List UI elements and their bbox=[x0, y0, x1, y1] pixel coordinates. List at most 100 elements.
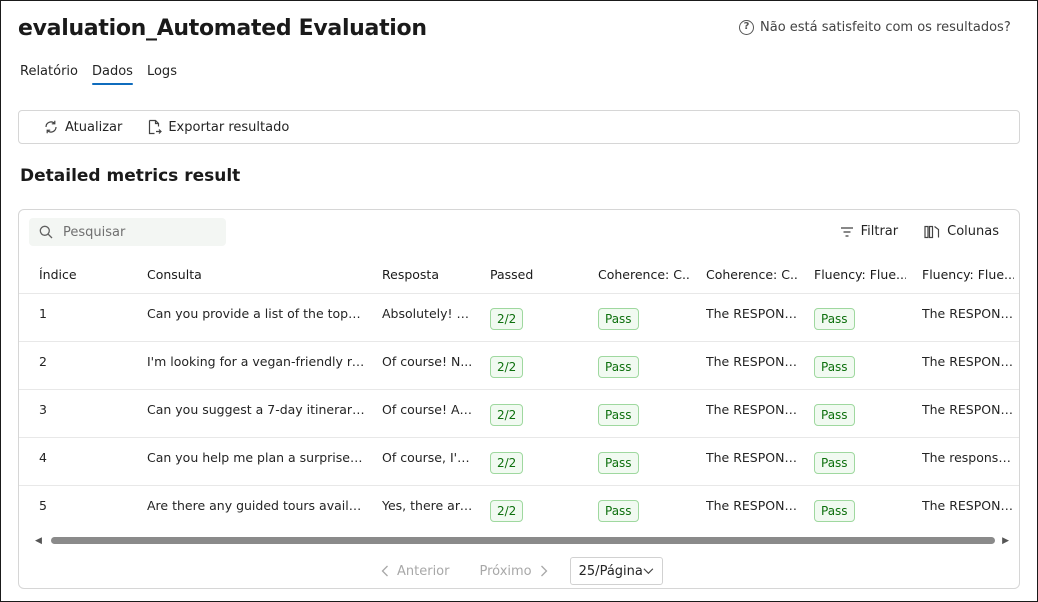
scrollbar-thumb[interactable] bbox=[51, 537, 995, 544]
filter-label: Filtrar bbox=[860, 224, 899, 239]
fluency-result-cell: Pass bbox=[814, 342, 906, 389]
column-header[interactable]: Fluency: Flue... bbox=[922, 256, 1014, 293]
response-cell: Yes, there are... bbox=[382, 486, 474, 534]
chevron-down-icon bbox=[643, 568, 654, 575]
scroll-left-arrow-icon[interactable]: ◀ bbox=[35, 535, 42, 546]
search-input[interactable] bbox=[63, 224, 213, 240]
pagination: Anterior Próximo 25/Página bbox=[381, 557, 663, 585]
fluency-reason-cell: The RESPONS... bbox=[922, 486, 1014, 534]
fluency-reason-cell: The RESPONS... bbox=[922, 294, 1014, 341]
passed-cell: 2/2 bbox=[490, 390, 580, 437]
fluency-reason-cell: The RESPONS... bbox=[922, 342, 1014, 389]
index-cell: 4 bbox=[39, 450, 47, 465]
feedback-link[interactable]: ? Não está satisfeito com os resultados? bbox=[739, 20, 1011, 35]
response-text: Absolutely! W... bbox=[382, 306, 474, 321]
query-cell: Can you help me plan a surprise ho... bbox=[147, 438, 365, 485]
pass-badge: Pass bbox=[598, 404, 639, 426]
fluency-reason-cell: The RESPONS... bbox=[922, 390, 1014, 437]
query-text: I'm looking for a vegan-friendly res... bbox=[147, 354, 365, 369]
passed-cell: 2/2 bbox=[490, 438, 580, 485]
table-row[interactable]: 4 Can you help me plan a surprise ho... … bbox=[19, 438, 1019, 486]
tab-logs[interactable]: Logs bbox=[147, 64, 177, 83]
column-header[interactable]: Consulta bbox=[147, 256, 365, 293]
reason-text: The RESPONS... bbox=[706, 402, 798, 417]
query-text: Are there any guided tours availabl... bbox=[147, 498, 365, 513]
fluency-result-cell: Pass bbox=[814, 438, 906, 485]
query-text: Can you help me plan a surprise ho... bbox=[147, 450, 365, 465]
response-text: Of course! A ... bbox=[382, 402, 474, 417]
passed-badge: 2/2 bbox=[490, 500, 524, 522]
tab-bar: Relatório Dados Logs bbox=[20, 64, 177, 85]
previous-page-button[interactable]: Anterior bbox=[381, 564, 449, 579]
reason-text: The RESPONS... bbox=[706, 306, 798, 321]
column-header[interactable]: Resposta bbox=[382, 256, 474, 293]
index-cell: 3 bbox=[39, 402, 47, 417]
previous-page-label: Anterior bbox=[397, 563, 450, 579]
chevron-right-icon bbox=[540, 565, 548, 577]
reason-text: The RESPONS... bbox=[706, 498, 798, 513]
column-header[interactable]: Índice bbox=[39, 256, 129, 293]
tab-data[interactable]: Dados bbox=[92, 64, 133, 85]
scroll-right-arrow-icon[interactable]: ▶ bbox=[1002, 535, 1009, 546]
search-box[interactable] bbox=[29, 218, 226, 246]
pass-badge: Pass bbox=[814, 356, 855, 378]
query-text: Can you suggest a 7-day itinerary f... bbox=[147, 402, 365, 417]
refresh-button[interactable]: Atualizar bbox=[43, 119, 122, 135]
filter-button[interactable]: Filtrar bbox=[840, 224, 899, 239]
page-title: evaluation_Automated Evaluation bbox=[18, 16, 427, 41]
columns-label: Colunas bbox=[947, 224, 999, 239]
table-row[interactable]: 1 Can you provide a list of the top-ra..… bbox=[19, 294, 1019, 342]
page-size-value: 25/Página bbox=[578, 563, 643, 579]
index-cell: 5 bbox=[39, 498, 47, 513]
table-row[interactable]: 3 Can you suggest a 7-day itinerary f...… bbox=[19, 390, 1019, 438]
fluency-result-cell: Pass bbox=[814, 390, 906, 437]
index-cell: 1 bbox=[39, 306, 47, 321]
columns-icon bbox=[924, 225, 940, 238]
response-cell: Of course, I'd... bbox=[382, 438, 474, 485]
pass-badge: Pass bbox=[814, 452, 855, 474]
column-header[interactable]: Coherence: C... bbox=[598, 256, 690, 293]
pass-badge: Pass bbox=[814, 308, 855, 330]
feedback-link-label: Não está satisfeito com os resultados? bbox=[760, 20, 1011, 35]
next-page-label: Próximo bbox=[479, 563, 532, 579]
page-size-select[interactable]: 25/Página bbox=[569, 557, 663, 585]
reason-text: The RESPONS... bbox=[922, 402, 1014, 417]
metrics-table-card: Filtrar Colunas Índice Consulta Resposta… bbox=[18, 209, 1020, 589]
next-page-button[interactable]: Próximo bbox=[479, 563, 548, 579]
table-actions: Filtrar Colunas bbox=[840, 224, 999, 239]
table-row[interactable]: 2 I'm looking for a vegan-friendly res..… bbox=[19, 342, 1019, 390]
columns-button[interactable]: Colunas bbox=[924, 224, 999, 239]
fluency-reason-cell: The response... bbox=[922, 438, 1014, 485]
refresh-label: Atualizar bbox=[65, 119, 123, 135]
coherence-result-cell: Pass bbox=[598, 390, 690, 437]
horizontal-scrollbar[interactable]: ◀ ▶ bbox=[33, 535, 1009, 547]
reason-text: The RESPONS... bbox=[706, 354, 798, 369]
toolbar: Atualizar Exportar resultado bbox=[18, 110, 1020, 144]
response-cell: Of course! N... bbox=[382, 342, 474, 389]
column-header[interactable]: Coherence: C... bbox=[706, 256, 798, 293]
response-text: Of course! N... bbox=[382, 354, 473, 369]
export-file-icon bbox=[149, 119, 163, 135]
reason-text: The response... bbox=[922, 450, 1014, 465]
response-text: Yes, there are... bbox=[382, 498, 474, 513]
index-cell: 2 bbox=[39, 354, 47, 369]
table-row[interactable]: 5 Are there any guided tours availabl...… bbox=[19, 486, 1019, 534]
column-header[interactable]: Fluency: Flue... bbox=[814, 256, 906, 293]
tab-report[interactable]: Relatório bbox=[20, 64, 78, 83]
table-header-row: Índice Consulta Resposta Passed Coherenc… bbox=[19, 256, 1019, 294]
passed-badge: 2/2 bbox=[490, 356, 524, 378]
reason-text: The RESPONS... bbox=[922, 498, 1014, 513]
reason-text: The RESPONS... bbox=[706, 450, 798, 465]
passed-badge: 2/2 bbox=[490, 452, 524, 474]
passed-cell: 2/2 bbox=[490, 294, 580, 341]
export-button[interactable]: Exportar resultado bbox=[146, 119, 289, 135]
pass-badge: Pass bbox=[598, 356, 639, 378]
filter-icon bbox=[840, 226, 853, 237]
pass-badge: Pass bbox=[598, 308, 639, 330]
passed-badge: 2/2 bbox=[490, 308, 524, 330]
response-cell: Absolutely! W... bbox=[382, 294, 474, 341]
column-header[interactable]: Passed bbox=[490, 256, 580, 293]
coherence-result-cell: Pass bbox=[598, 294, 690, 341]
coherence-reason-cell: The RESPONS... bbox=[706, 438, 798, 485]
passed-badge: 2/2 bbox=[490, 404, 524, 426]
